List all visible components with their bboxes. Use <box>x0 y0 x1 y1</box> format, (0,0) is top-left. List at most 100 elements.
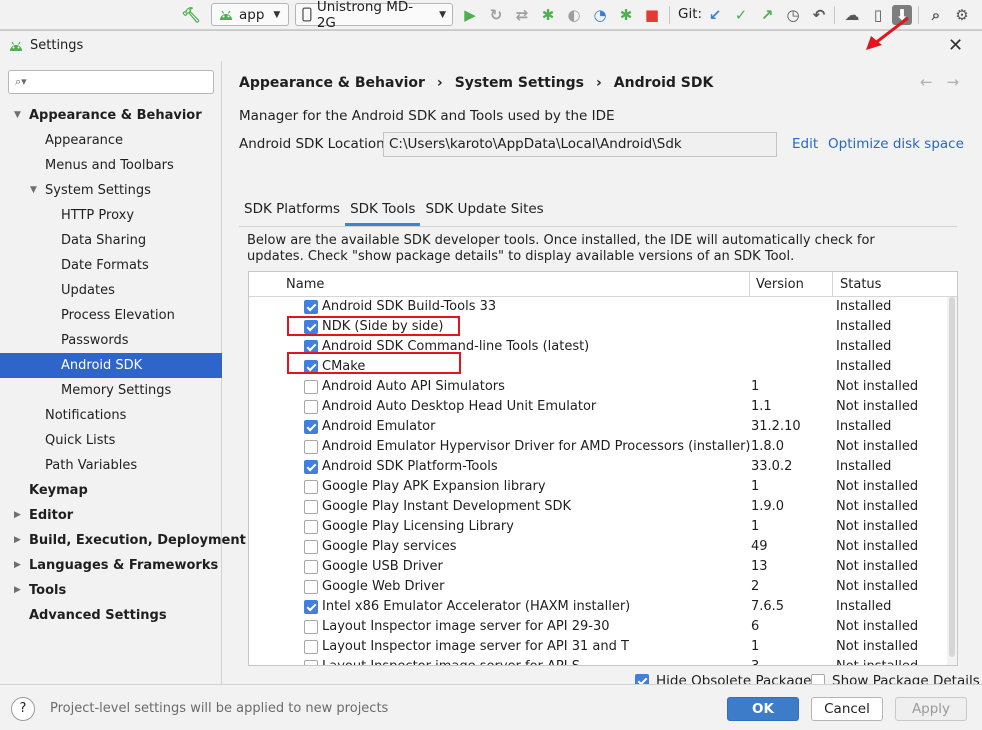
package-checkbox[interactable] <box>304 620 318 634</box>
table-row[interactable]: Layout Inspector image server for API 29… <box>249 617 947 637</box>
rerun-icon[interactable]: ↻ <box>486 5 506 25</box>
ok-button[interactable]: OK <box>727 697 799 721</box>
table-scrollbar[interactable] <box>947 297 957 665</box>
sidebar-item-keymap[interactable]: Keymap <box>0 478 222 503</box>
stop-icon[interactable]: ■ <box>642 5 662 25</box>
package-checkbox[interactable] <box>304 640 318 654</box>
table-row[interactable]: Layout Inspector image server for API 31… <box>249 637 947 657</box>
table-row[interactable]: Google Play Instant Development SDK 1.9.0… <box>249 497 947 517</box>
table-row[interactable]: Android SDK Platform-Tools 33.0.2 Installe… <box>249 457 947 477</box>
sidebar-item-data-sharing[interactable]: Data Sharing <box>0 228 222 253</box>
sidebar-item-date-formats[interactable]: Date Formats <box>0 253 222 278</box>
hammer-icon[interactable]: 🔨︎ <box>181 5 201 25</box>
package-checkbox[interactable] <box>304 520 318 534</box>
sidebar-item-appearance[interactable]: Appearance <box>0 128 222 153</box>
sidebar-item-passwords[interactable]: Passwords <box>0 328 222 353</box>
debug-icon[interactable]: ✱ <box>538 5 558 25</box>
sdk-location-field[interactable]: C:\Users\karoto\AppData\Local\Android\Sd… <box>383 132 777 157</box>
sidebar-item-advanced-settings[interactable]: Advanced Settings <box>0 603 222 628</box>
sidebar-item-android-sdk[interactable]: Android SDK <box>0 353 222 378</box>
edit-link[interactable]: Edit <box>792 136 818 152</box>
package-version: 1.1 <box>751 399 772 414</box>
package-checkbox[interactable] <box>304 460 318 474</box>
column-header-status[interactable]: Status <box>833 272 957 297</box>
package-checkbox[interactable] <box>304 660 318 665</box>
package-checkbox[interactable] <box>304 420 318 434</box>
settings-search-input[interactable]: ⌕▾ <box>8 70 214 94</box>
table-row[interactable]: Google USB Driver 13 Not installed <box>249 557 947 577</box>
sidebar-item-editor[interactable]: ▶ Editor <box>0 503 222 528</box>
sidebar-item-quick-lists[interactable]: Quick Lists <box>0 428 222 453</box>
table-row[interactable]: Android Emulator Hypervisor Driver for A… <box>249 437 947 457</box>
table-row[interactable]: Layout Inspector image server for API S 3… <box>249 657 947 665</box>
apply-button[interactable]: Apply <box>895 697 967 721</box>
table-row[interactable]: Android Auto API Simulators 1 Not installe… <box>249 377 947 397</box>
back-arrow-icon[interactable]: ← <box>920 73 933 91</box>
table-row[interactable]: Google Web Driver 2 Not installed <box>249 577 947 597</box>
sidebar-item-system-settings[interactable]: ▼ System Settings <box>0 178 222 203</box>
package-checkbox[interactable] <box>304 380 318 394</box>
chevron-right-icon[interactable]: ▶ <box>14 528 21 553</box>
sidebar-item-appearance-behavior[interactable]: ▼ Appearance & Behavior <box>0 103 222 128</box>
package-checkbox[interactable] <box>304 580 318 594</box>
git-rollback-icon[interactable]: ↶ <box>809 5 829 25</box>
chevron-right-icon[interactable]: ▶ <box>14 578 21 603</box>
sdk-tools-description: Below are the available SDK developer to… <box>247 233 875 264</box>
git-history-icon[interactable]: ◷ <box>783 5 803 25</box>
package-checkbox[interactable] <box>304 500 318 514</box>
column-header-name[interactable]: Name <box>274 272 750 297</box>
table-row[interactable]: Android Auto Desktop Head Unit Emulator 1… <box>249 397 947 417</box>
package-checkbox[interactable] <box>304 540 318 554</box>
forward-arrow-icon[interactable]: → <box>947 73 960 91</box>
sidebar-item-process-elevation[interactable]: Process Elevation <box>0 303 222 328</box>
package-checkbox[interactable] <box>304 300 318 314</box>
git-update-icon[interactable]: ↙ <box>705 5 725 25</box>
table-row[interactable]: Intel x86 Emulator Accelerator (HAXM ins… <box>249 597 947 617</box>
apply-changes-icon[interactable]: ⇄ <box>512 5 532 25</box>
chevron-right-icon[interactable]: ▶ <box>14 553 21 578</box>
chevron-right-icon[interactable]: ▶ <box>14 503 21 528</box>
package-checkbox[interactable] <box>304 440 318 454</box>
sidebar-item-path-variables[interactable]: Path Variables <box>0 453 222 478</box>
tab-sdk-platforms[interactable]: SDK Platforms <box>239 200 345 226</box>
package-checkbox[interactable] <box>304 600 318 614</box>
package-checkbox[interactable] <box>304 560 318 574</box>
table-row[interactable]: Google Play APK Expansion library 1 Not in… <box>249 477 947 497</box>
table-row[interactable]: Android Emulator 31.2.10 Installed <box>249 417 947 437</box>
git-push-icon[interactable]: ↗ <box>757 5 777 25</box>
sidebar-item-tools[interactable]: ▶ Tools <box>0 578 222 603</box>
tab-sdk-update-sites[interactable]: SDK Update Sites <box>420 200 548 226</box>
close-icon[interactable]: ✕ <box>948 35 963 56</box>
attach-debugger-icon[interactable]: ✱ <box>616 5 636 25</box>
settings-icon[interactable]: ⚙ <box>952 5 972 25</box>
sidebar-item-updates[interactable]: Updates <box>0 278 222 303</box>
run-icon[interactable]: ▶ <box>460 5 480 25</box>
package-checkbox[interactable] <box>304 480 318 494</box>
chevron-down-icon[interactable]: ▼ <box>30 178 37 203</box>
avd-manager-icon[interactable]: ☁ <box>842 5 862 25</box>
run-config-selector[interactable]: app ▼ <box>211 3 289 26</box>
sidebar-item-label: Build, Execution, Deployment <box>29 533 246 548</box>
tab-sdk-tools[interactable]: SDK Tools <box>345 200 421 226</box>
sidebar-item-languages-frameworks[interactable]: ▶ Languages & Frameworks <box>0 553 222 578</box>
optimize-disk-space-link[interactable]: Optimize disk space <box>828 136 964 152</box>
table-row[interactable]: Android SDK Build-Tools 33 Installed <box>249 297 947 317</box>
help-button[interactable]: ? <box>11 697 35 721</box>
device-selector[interactable]: Unistrong MD-2G ▼ <box>295 0 453 31</box>
search-icon[interactable]: ⌕ <box>926 5 946 25</box>
chevron-down-icon[interactable]: ▼ <box>14 103 21 128</box>
package-checkbox[interactable] <box>304 400 318 414</box>
sidebar-item-memory-settings[interactable]: Memory Settings <box>0 378 222 403</box>
coverage-icon[interactable]: ◐ <box>564 5 584 25</box>
sidebar-item-http-proxy[interactable]: HTTP Proxy <box>0 203 222 228</box>
cancel-button[interactable]: Cancel <box>811 697 883 721</box>
sidebar-item-menus-and-toolbars[interactable]: Menus and Toolbars <box>0 153 222 178</box>
table-row[interactable]: Google Play Licensing Library 1 Not instal… <box>249 517 947 537</box>
table-row[interactable]: Google Play services 49 Not installed <box>249 537 947 557</box>
git-commit-icon[interactable]: ✓ <box>731 5 751 25</box>
sidebar-item-notifications[interactable]: Notifications <box>0 403 222 428</box>
column-header-version[interactable]: Version <box>749 272 833 297</box>
profile-icon[interactable]: ◔ <box>590 5 610 25</box>
sidebar-item-build-execution-deployment[interactable]: ▶ Build, Execution, Deployment <box>0 528 246 553</box>
scrollbar-thumb[interactable] <box>949 297 955 657</box>
